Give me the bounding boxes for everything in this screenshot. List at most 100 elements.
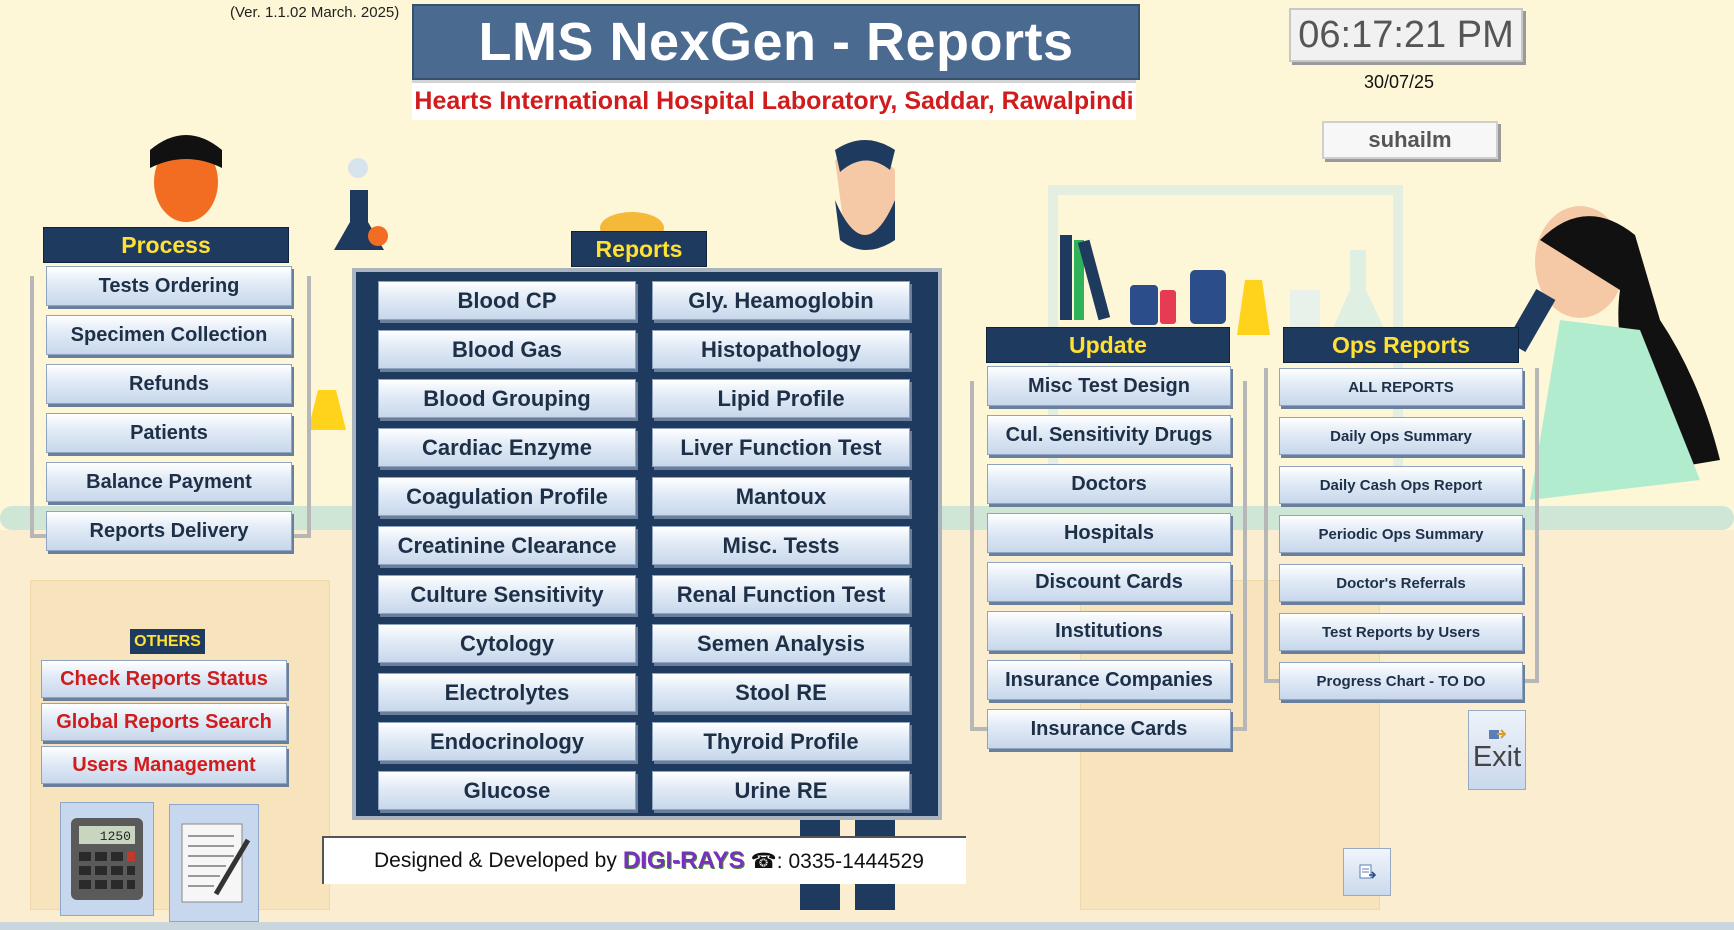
report-gly-heamoglobin-button[interactable]: Gly. Heamoglobin <box>652 281 910 320</box>
report-button-label: Thyroid Profile <box>703 728 859 754</box>
report-button-label: Glucose <box>463 777 551 803</box>
clock-display: 06:17:21 PM <box>1289 8 1523 62</box>
app-title: LMS NexGen - Reports <box>478 12 1074 72</box>
lab-name-box: Hearts International Hospital Laboratory… <box>412 80 1136 120</box>
ops-daily-ops-summary-button[interactable]: Daily Ops Summary <box>1279 417 1523 455</box>
update-discount-cards-button[interactable]: Discount Cards <box>987 562 1231 602</box>
reports-header: Reports <box>571 231 707 267</box>
update-hospitals-button[interactable]: Hospitals <box>987 513 1231 553</box>
report-button-label: Histopathology <box>700 336 862 362</box>
report-coagulation-profile-button[interactable]: Coagulation Profile <box>378 477 636 516</box>
report-glucose-button[interactable]: Glucose <box>378 771 636 810</box>
update-button-label: Insurance Companies <box>1005 668 1213 691</box>
process-button-label: Refunds <box>129 372 209 395</box>
report-blood-cp-button[interactable]: Blood CP <box>378 281 636 320</box>
update-button-label: Doctors <box>1071 472 1147 495</box>
clock-time: 06:17:21 PM <box>1298 13 1514 56</box>
report-button-label: Misc. Tests <box>722 532 840 558</box>
exit-button[interactable]: Exit <box>1468 710 1526 790</box>
update-insurance-cards-button[interactable]: Insurance Cards <box>987 709 1231 749</box>
process-refunds-button[interactable]: Refunds <box>46 364 292 404</box>
report-button-label: Stool RE <box>735 679 827 705</box>
report-renal-function-test-button[interactable]: Renal Function Test <box>652 575 910 614</box>
others-global-reports-search-button[interactable]: Global Reports Search <box>41 703 287 741</box>
update-misc-test-design-button[interactable]: Misc Test Design <box>987 366 1231 406</box>
process-specimen-collection-button[interactable]: Specimen Collection <box>46 315 292 355</box>
update-cul-sensitivity-drugs-button[interactable]: Cul. Sensitivity Drugs <box>987 415 1231 455</box>
report-stool-re-button[interactable]: Stool RE <box>652 673 910 712</box>
ops-button-label: Test Reports by Users <box>1321 623 1481 641</box>
update-button-label: Discount Cards <box>1035 570 1183 593</box>
update-button-label: Institutions <box>1055 619 1163 642</box>
report-button-label: Cytology <box>459 630 555 656</box>
process-patients-button[interactable]: Patients <box>46 413 292 453</box>
report-misc-tests-button[interactable]: Misc. Tests <box>652 526 910 565</box>
notepad-button[interactable] <box>169 804 259 922</box>
footer-phone: ☎: 0335-1444529 <box>750 849 924 873</box>
process-balance-payment-button[interactable]: Balance Payment <box>46 462 292 502</box>
process-reports-delivery-button[interactable]: Reports Delivery <box>46 511 292 551</box>
calculator-button[interactable]: 1250 <box>60 802 154 916</box>
report-button-label: Urine RE <box>734 777 828 803</box>
report-cardiac-enzyme-button[interactable]: Cardiac Enzyme <box>378 428 636 467</box>
calculator-display: 1250 <box>100 829 131 844</box>
ops-button-label: Periodic Ops Summary <box>1318 525 1484 543</box>
ops-test-reports-by-users-button[interactable]: Test Reports by Users <box>1279 613 1523 651</box>
report-button-label: Semen Analysis <box>697 630 865 656</box>
report-semen-analysis-button[interactable]: Semen Analysis <box>652 624 910 663</box>
report-culture-sensitivity-button[interactable]: Culture Sensitivity <box>378 575 636 614</box>
others-check-reports-status-button[interactable]: Check Reports Status <box>41 660 287 698</box>
bottom-bar <box>0 922 1734 930</box>
ops-progress-chart-to-do-button[interactable]: Progress Chart - TO DO <box>1279 662 1523 700</box>
report-blood-grouping-button[interactable]: Blood Grouping <box>378 379 636 418</box>
ops-daily-cash-ops-report-button[interactable]: Daily Cash Ops Report <box>1279 466 1523 504</box>
update-button-label: Cul. Sensitivity Drugs <box>1005 423 1213 446</box>
report-button-label: Blood Gas <box>451 336 562 362</box>
report-button-label: Creatinine Clearance <box>397 532 617 558</box>
ops-button-label: ALL REPORTS <box>1348 378 1454 396</box>
report-button-label: Endocrinology <box>430 728 584 754</box>
ops-doctor-s-referrals-button[interactable]: Doctor's Referrals <box>1279 564 1523 602</box>
report-creatinine-clearance-button[interactable]: Creatinine Clearance <box>378 526 636 565</box>
ops-header: Ops Reports <box>1283 327 1519 363</box>
ops-all-reports-button[interactable]: ALL REPORTS <box>1279 368 1523 406</box>
report-thyroid-profile-button[interactable]: Thyroid Profile <box>652 722 910 761</box>
exit-icon <box>1489 728 1506 739</box>
report-blood-gas-button[interactable]: Blood Gas <box>378 330 636 369</box>
report-button-label: Liver Function Test <box>680 434 882 460</box>
report-electrolytes-button[interactable]: Electrolytes <box>378 673 636 712</box>
user-name: suhailm <box>1368 127 1452 152</box>
ops-button-label: Daily Cash Ops Report <box>1319 476 1483 494</box>
update-doctors-button[interactable]: Doctors <box>987 464 1231 504</box>
exit-label: Exit <box>1472 740 1522 773</box>
update-header: Update <box>986 327 1230 363</box>
process-tests-ordering-button[interactable]: Tests Ordering <box>46 266 292 306</box>
process-button-label: Tests Ordering <box>98 274 240 297</box>
small-report-icon <box>1359 864 1377 879</box>
process-button-label: Patients <box>130 421 208 444</box>
report-button-label: Blood Grouping <box>423 385 591 411</box>
ops-periodic-ops-summary-button[interactable]: Periodic Ops Summary <box>1279 515 1523 553</box>
report-urine-re-button[interactable]: Urine RE <box>652 771 910 810</box>
report-lipid-profile-button[interactable]: Lipid Profile <box>652 379 910 418</box>
report-button-label: Gly. Heamoglobin <box>688 287 874 313</box>
small-report-button[interactable] <box>1343 848 1391 896</box>
notepad-icon <box>181 823 251 903</box>
update-button-label: Hospitals <box>1063 521 1155 544</box>
footer-credit: Designed & Developed by DIGI-RAYS ☎: 033… <box>322 836 966 884</box>
report-cytology-button[interactable]: Cytology <box>378 624 636 663</box>
update-insurance-companies-button[interactable]: Insurance Companies <box>987 660 1231 700</box>
ops-button-label: Daily Ops Summary <box>1330 427 1472 445</box>
report-button-label: Culture Sensitivity <box>410 581 604 607</box>
report-button-label: Electrolytes <box>444 679 570 705</box>
report-mantoux-button[interactable]: Mantoux <box>652 477 910 516</box>
update-institutions-button[interactable]: Institutions <box>987 611 1231 651</box>
app-title-box: LMS NexGen - Reports <box>412 4 1140 80</box>
date-label: 30/07/25 <box>1364 72 1435 92</box>
report-endocrinology-button[interactable]: Endocrinology <box>378 722 636 761</box>
report-liver-function-test-button[interactable]: Liver Function Test <box>652 428 910 467</box>
others-users-management-button[interactable]: Users Management <box>41 746 287 784</box>
lab-name: Hearts International Hospital Laboratory… <box>414 87 1134 115</box>
version-label: (Ver. 1.1.02 March. 2025) <box>230 4 400 21</box>
report-histopathology-button[interactable]: Histopathology <box>652 330 910 369</box>
